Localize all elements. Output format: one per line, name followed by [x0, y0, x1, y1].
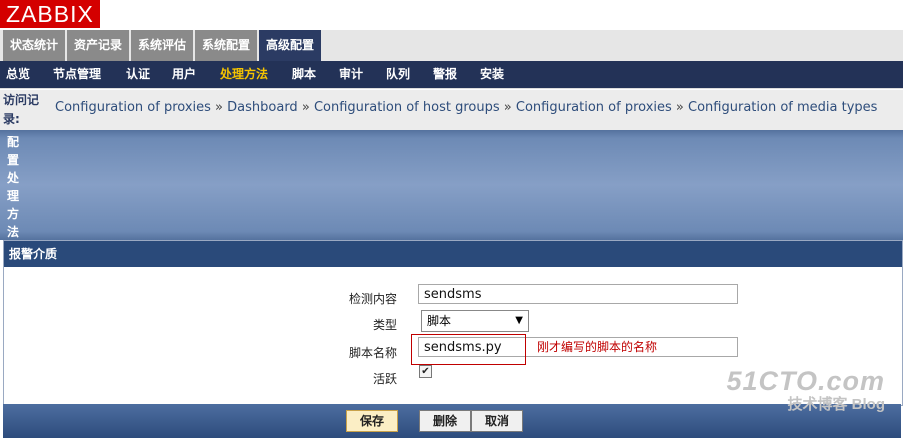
form-title: 报警介质 — [9, 247, 58, 261]
breadcrumb-trail: Configuration of proxies » Dashboard » C… — [55, 100, 877, 115]
sub-menu-authentication[interactable]: 认证 — [126, 61, 150, 88]
breadcrumb-link-proxies-2[interactable]: Configuration of proxies — [516, 100, 672, 115]
top-menu-inventory[interactable]: 资产记录 — [67, 30, 129, 61]
config-header-panel: 配置处理方法 — [0, 130, 903, 240]
watermark: 51CTO.com 技术博客 Blog — [726, 366, 885, 414]
checkmark-icon: ✔ — [421, 366, 430, 377]
config-label: 配置处理方法 — [7, 135, 20, 239]
active-checkbox[interactable]: ✔ — [419, 365, 432, 378]
top-menu: 状态统计 资产记录 系统评估 系统配置 高级配置 — [0, 30, 903, 61]
annotation-note: 刚才编写的脚本的名称 — [537, 340, 658, 354]
breadcrumb-link-host-groups[interactable]: Configuration of host groups — [314, 100, 500, 115]
breadcrumb: 访问记录: Configuration of proxies » Dashboa… — [0, 90, 903, 130]
sub-menu-users[interactable]: 用户 — [172, 61, 196, 88]
top-menu-administration[interactable]: 高级配置 — [259, 30, 321, 61]
form-header: 报警介质 — [4, 241, 902, 267]
top-menu-configuration[interactable]: 系统配置 — [195, 30, 257, 61]
breadcrumb-separator: » — [675, 100, 684, 115]
chevron-down-icon: ▼ — [515, 315, 523, 326]
sub-menu-audit[interactable]: 审计 — [339, 61, 363, 88]
breadcrumb-link-proxies[interactable]: Configuration of proxies — [55, 100, 211, 115]
save-button[interactable]: 保存 — [346, 410, 398, 432]
top-menu-reports[interactable]: 系统评估 — [131, 30, 193, 61]
annotation-box — [411, 334, 526, 365]
description-label: 检测内容 — [348, 292, 397, 306]
type-select[interactable]: 脚本 ▼ — [421, 310, 529, 332]
sub-menu-overview[interactable]: 总览 — [6, 61, 30, 88]
description-input[interactable]: sendsms — [418, 284, 738, 304]
breadcrumb-separator: » — [301, 100, 310, 115]
sub-menu-queue[interactable]: 队列 — [386, 61, 410, 88]
script-name-label: 脚本名称 — [348, 346, 397, 360]
type-label: 类型 — [372, 318, 397, 332]
delete-button[interactable]: 删除 — [419, 410, 471, 432]
sub-menu-alerts[interactable]: 警报 — [433, 61, 457, 88]
sub-menu-install[interactable]: 安装 — [480, 61, 504, 88]
breadcrumb-link-dashboard[interactable]: Dashboard — [227, 100, 298, 115]
active-label: 活跃 — [372, 372, 397, 386]
breadcrumb-separator: » — [215, 100, 224, 115]
breadcrumb-separator: » — [503, 100, 512, 115]
cancel-button[interactable]: 取消 — [471, 410, 523, 432]
breadcrumb-link-media-types[interactable]: Configuration of media types — [688, 100, 877, 115]
sub-menu: 总览 节点管理 认证 用户 处理方法 脚本 审计 队列 警报 安装 — [0, 61, 903, 89]
zabbix-logo: ZABBIX — [0, 0, 100, 28]
type-select-value: 脚本 — [427, 314, 452, 328]
sub-menu-scripts[interactable]: 脚本 — [292, 61, 316, 88]
sub-menu-media-types[interactable]: 处理方法 — [220, 61, 268, 88]
top-menu-status[interactable]: 状态统计 — [3, 30, 65, 61]
breadcrumb-label: 访问记录: — [3, 93, 40, 126]
sub-menu-nodes[interactable]: 节点管理 — [53, 61, 101, 88]
